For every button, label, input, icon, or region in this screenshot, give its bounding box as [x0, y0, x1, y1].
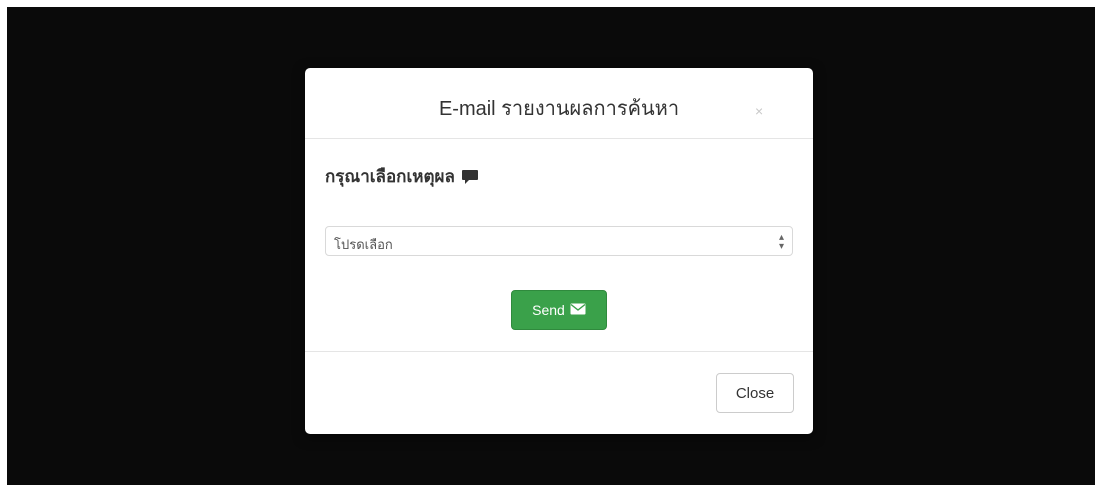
- modal-header: E-mail รายงานผลการค้นหา ×: [305, 68, 813, 139]
- send-button[interactable]: Send: [511, 290, 607, 330]
- reason-select-value: โปรดเลือก: [334, 237, 393, 252]
- reason-heading: กรุณาเลือกเหตุผล: [325, 163, 479, 190]
- modal-title: E-mail รายงานผลการค้นหา: [438, 98, 680, 120]
- comment-icon: [461, 169, 479, 185]
- reason-label: กรุณาเลือกเหตุผล: [325, 167, 455, 186]
- select-updown-icon: ▴ ▾: [778, 232, 784, 252]
- envelope-icon: [570, 302, 586, 318]
- reason-select[interactable]: โปรดเลือก ▴ ▾: [325, 226, 793, 256]
- close-button[interactable]: Close: [716, 373, 794, 413]
- email-report-modal: E-mail รายงานผลการค้นหา × กรุณาเลือกเหตุ…: [305, 68, 813, 434]
- footer-divider: [305, 351, 813, 352]
- close-x-icon[interactable]: ×: [755, 104, 763, 118]
- send-label: Send: [532, 302, 565, 318]
